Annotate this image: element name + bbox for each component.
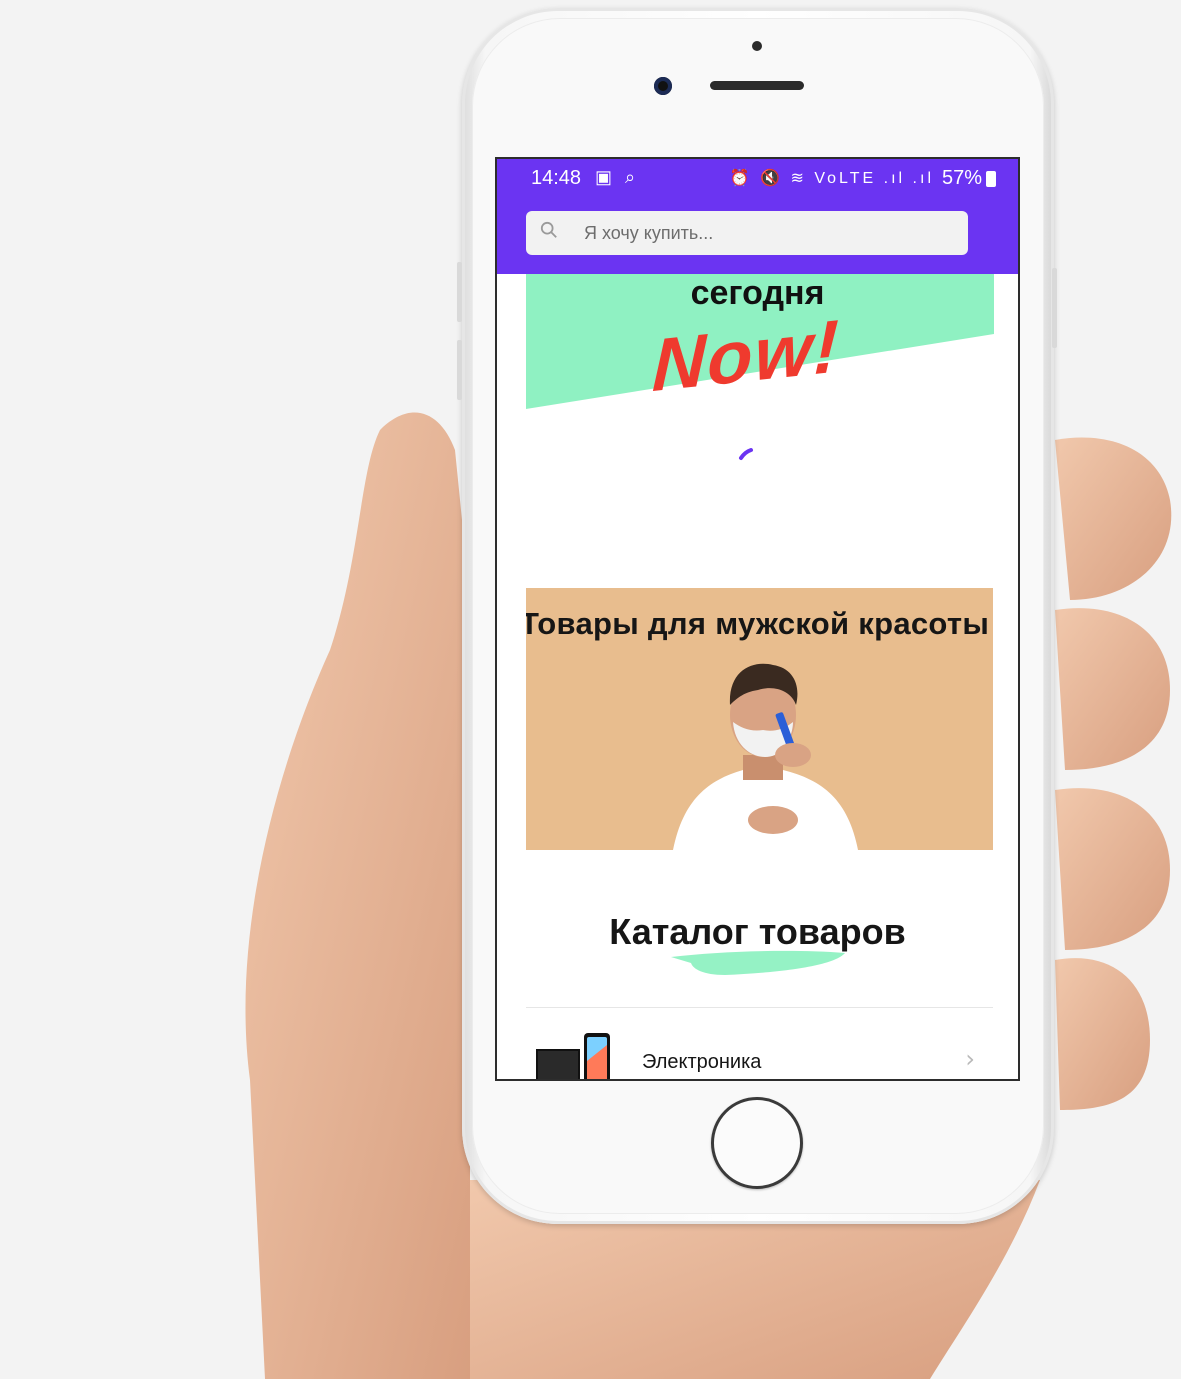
chevron-right-icon: › [965, 1045, 975, 1073]
electronics-thumbnail-icon [536, 1033, 610, 1079]
status-bar: 14:48 ▣ ⌕ ⏰ 🔇 ≋ VoLTE .ıl .ıl 57% [497, 159, 1018, 199]
volume-up-button[interactable] [457, 262, 462, 322]
catalog-divider [526, 1007, 993, 1008]
app-screen: 14:48 ▣ ⌕ ⏰ 🔇 ≋ VoLTE .ıl .ıl 57% Я хочу… [495, 157, 1020, 1081]
loading-spinner-icon [739, 448, 753, 460]
banner-title: Товары для мужской красоты [526, 606, 990, 641]
catalog-item-electronics[interactable]: Электроника › [526, 1021, 993, 1079]
catalog-item-label: Электроника [642, 1051, 762, 1073]
proximity-sensor [752, 41, 762, 51]
notification-icons: ▣ ⌕ [595, 167, 640, 187]
search-input[interactable]: Я хочу купить... [526, 211, 968, 255]
search-placeholder: Я хочу купить... [584, 223, 714, 243]
battery-icon [986, 171, 996, 187]
man-shaving-image [673, 663, 858, 850]
earpiece-speaker [710, 81, 804, 90]
app-header: 14:48 ▣ ⌕ ⏰ 🔇 ≋ VoLTE .ıl .ıl 57% Я хочу… [497, 159, 1018, 274]
system-status-icons: ⏰ 🔇 ≋ VoLTE .ıl .ıl [729, 170, 934, 187]
promo-banner[interactable]: Товары для мужской красоты [526, 588, 993, 850]
title-underline-brush [671, 950, 845, 975]
front-camera-icon [654, 77, 672, 95]
volume-down-button[interactable] [457, 340, 462, 400]
power-button[interactable] [1052, 268, 1057, 348]
promo-subtitle: сегодня [690, 274, 825, 312]
home-button[interactable] [711, 1097, 803, 1189]
search-icon [540, 221, 557, 238]
battery-level: 57% [941, 167, 982, 189]
status-time: 14:48 [531, 167, 582, 189]
